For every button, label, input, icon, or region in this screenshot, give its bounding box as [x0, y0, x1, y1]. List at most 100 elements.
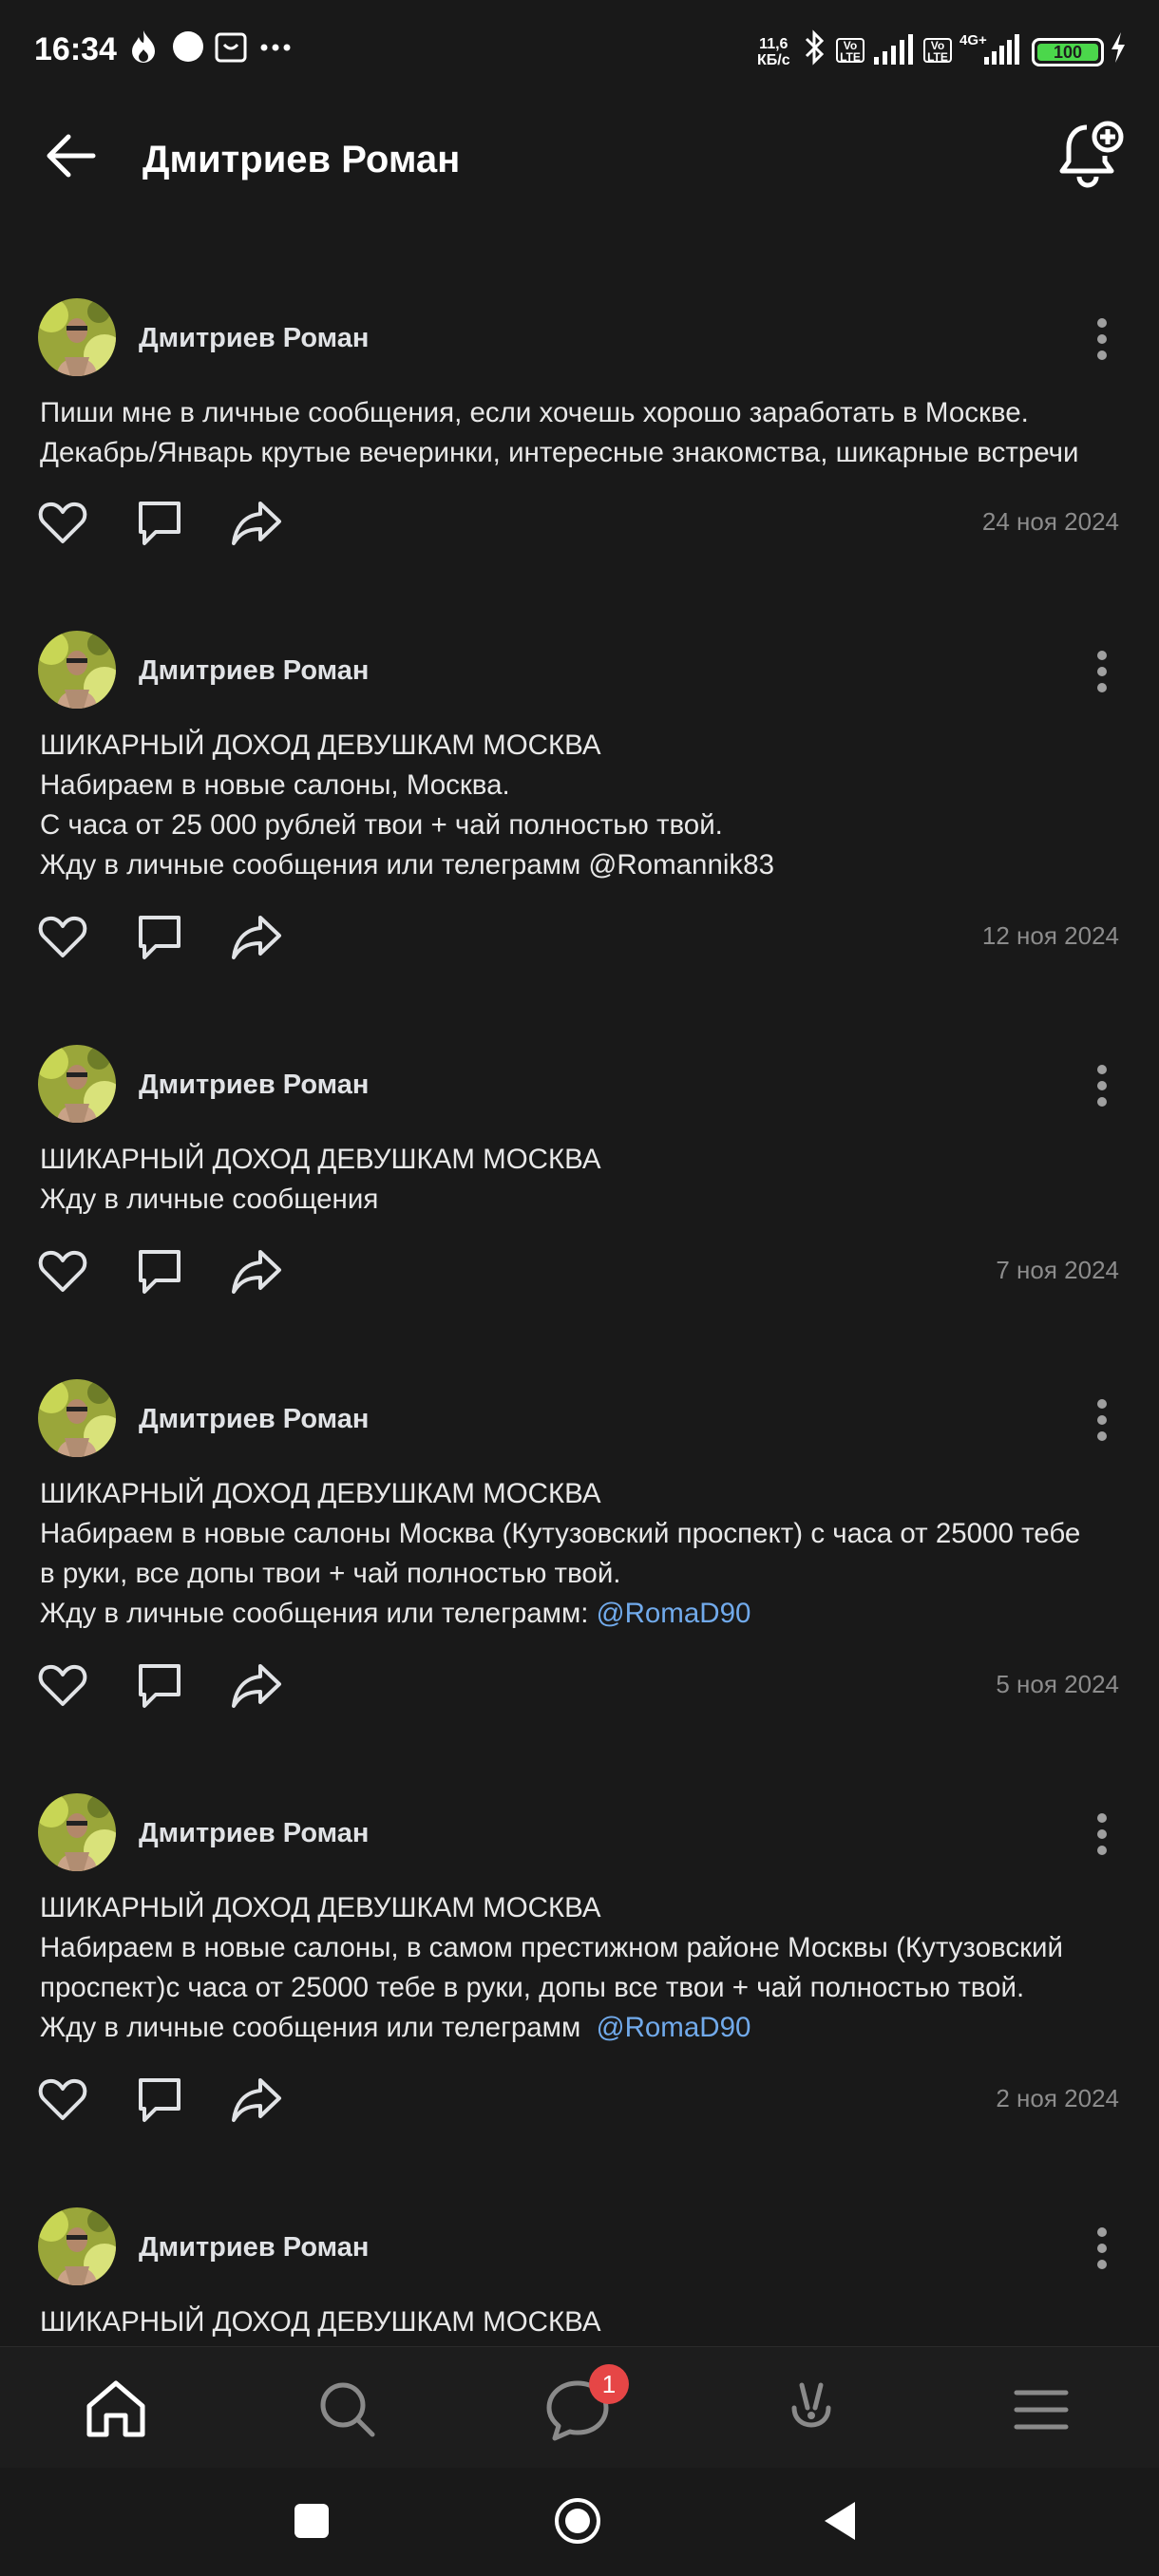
messages-badge: 1 — [589, 2364, 629, 2404]
home-circle-icon[interactable] — [553, 2496, 602, 2546]
post-text: ШИКАРНЫЙ ДОХОД ДЕВУШКАМ МОСКВА — [40, 2302, 1132, 2342]
comment-icon[interactable] — [133, 910, 186, 963]
post-actions — [36, 1658, 302, 1712]
post-text-segment: проспект)с часа от 25000 тебе в руки, до… — [40, 1972, 1025, 2003]
avatar[interactable] — [38, 1379, 116, 1457]
flame-icon — [132, 30, 155, 63]
post-author[interactable]: Дмитриев Роман — [139, 1070, 369, 1101]
post-text-segment: Жду в личные сообщения — [40, 1184, 379, 1215]
post-text-segment: ШИКАРНЫЙ ДОХОД ДЕВУШКАМ МОСКВА — [40, 2306, 601, 2338]
post-date[interactable]: 5 ноя 2024 — [996, 1670, 1119, 1699]
post-text-segment: ШИКАРНЫЙ ДОХОД ДЕВУШКАМ МОСКВА — [40, 729, 601, 761]
page-title: Дмитриев Роман — [142, 139, 461, 180]
post-text-line: ШИКАРНЫЙ ДОХОД ДЕВУШКАМ МОСКВА — [40, 2302, 1132, 2342]
post-text-line: ШИКАРНЫЙ ДОХОД ДЕВУШКАМ МОСКВА — [40, 1474, 1132, 1514]
post-text: ШИКАРНЫЙ ДОХОД ДЕВУШКАМ МОСКВА Набираем в… — [40, 726, 1132, 885]
post-date[interactable]: 12 ноя 2024 — [982, 921, 1119, 951]
battery-level: 100 — [1037, 44, 1098, 61]
share-icon[interactable] — [230, 1658, 283, 1712]
post-actions — [36, 2073, 302, 2126]
post-text-segment: Жду в личные сообщения или телеграмм: — [40, 1598, 597, 1629]
avatar[interactable] — [38, 2207, 116, 2285]
post-date[interactable]: 24 ноя 2024 — [982, 507, 1119, 537]
more-vertical-icon[interactable] — [1083, 2225, 1121, 2272]
comment-icon[interactable] — [133, 1244, 186, 1297]
post-text: Пиши мне в личные сообщения, если хочешь… — [40, 393, 1132, 473]
post-actions — [36, 910, 302, 963]
back-triangle-icon[interactable] — [819, 2498, 861, 2544]
share-icon[interactable] — [230, 1244, 283, 1297]
heart-icon[interactable] — [36, 910, 89, 963]
avatar[interactable] — [38, 1793, 116, 1871]
comment-icon[interactable] — [133, 1658, 186, 1712]
heart-icon[interactable] — [36, 496, 89, 549]
post-text-line: Жду в личные сообщения или телеграмм: @R… — [40, 1594, 1132, 1634]
comment-icon[interactable] — [133, 2073, 186, 2126]
post-text-line: Декабрь/Январь крутые вечеринки, интерес… — [40, 433, 1132, 473]
heart-icon[interactable] — [36, 2073, 89, 2126]
avatar[interactable] — [38, 631, 116, 709]
post-text-line: Набираем в новые салоны, в самом престиж… — [40, 1928, 1132, 1968]
post-text: ШИКАРНЫЙ ДОХОД ДЕВУШКАМ МОСКВА Жду в личн… — [40, 1140, 1132, 1220]
post-text-line: ШИКАРНЫЙ ДОХОД ДЕВУШКАМ МОСКВА — [40, 1888, 1132, 1928]
arrow-left-icon[interactable] — [38, 122, 106, 190]
home-icon[interactable] — [78, 2372, 154, 2448]
telegram-mention-link[interactable]: @RomaD90 — [597, 1598, 751, 1629]
post-actions — [36, 496, 302, 549]
more-vertical-icon[interactable] — [1083, 1062, 1121, 1109]
post-text-line: С часа от 25 000 рублей твои + чай полно… — [40, 805, 1132, 845]
avatar[interactable] — [38, 298, 116, 376]
share-icon[interactable] — [230, 2073, 283, 2126]
more-vertical-icon[interactable] — [1083, 648, 1121, 695]
post-text-line: ШИКАРНЫЙ ДОХОД ДЕВУШКАМ МОСКВА — [40, 1140, 1132, 1180]
post-text-line: в руки, все допы твои + чай полностью тв… — [40, 1554, 1132, 1594]
bell-plus-icon[interactable] — [1053, 116, 1129, 192]
signal-icon — [874, 34, 913, 65]
post-author[interactable]: Дмитриев Роман — [139, 655, 369, 687]
bottom-navigation: 1 — [0, 2346, 1159, 2469]
volte-badge-1: Vo LTE — [836, 38, 864, 63]
post-text-line: ШИКАРНЫЙ ДОХОД ДЕВУШКАМ МОСКВА — [40, 726, 1132, 766]
post-text-segment: Пиши мне в личные сообщения, если хочешь… — [40, 397, 1029, 428]
clips-icon[interactable] — [773, 2372, 849, 2448]
post-text-segment: ШИКАРНЫЙ ДОХОД ДЕВУШКАМ МОСКВА — [40, 1478, 601, 1509]
post-text-segment: Набираем в новые салоны, Москва. — [40, 769, 510, 801]
post-text-segment: Декабрь/Январь крутые вечеринки, интерес… — [40, 437, 1079, 468]
post-text-segment: Жду в личные сообщения или телеграмм — [40, 2012, 597, 2043]
more-vertical-icon[interactable] — [1083, 1810, 1121, 1858]
status-bar: 16:34 11,6 КБ/с Vo LTE Vo LTE 4G+ 100 — [0, 0, 1159, 103]
menu-icon[interactable] — [1003, 2372, 1079, 2448]
post-author[interactable]: Дмитриев Роман — [139, 1404, 369, 1435]
comment-icon[interactable] — [133, 496, 186, 549]
avatar[interactable] — [38, 1045, 116, 1123]
circle-icon — [173, 31, 203, 62]
heart-icon[interactable] — [36, 1658, 89, 1712]
post-text-segment: Набираем в новые салоны Москва (Кутузовс… — [40, 1518, 1081, 1549]
post-date[interactable]: 7 ноя 2024 — [996, 1256, 1119, 1285]
post-author[interactable]: Дмитриев Роман — [139, 2232, 369, 2263]
status-time: 16:34 — [34, 31, 117, 67]
post-author[interactable]: Дмитриев Роман — [139, 1818, 369, 1849]
heart-icon[interactable] — [36, 1244, 89, 1297]
network-speed: 11,6 КБ/с — [757, 36, 790, 68]
share-icon[interactable] — [230, 910, 283, 963]
post-text-segment: Набираем в новые салоны, в самом престиж… — [40, 1932, 1063, 1963]
post-author[interactable]: Дмитриев Роман — [139, 323, 369, 354]
post-date[interactable]: 2 ноя 2024 — [996, 2084, 1119, 2113]
telegram-mention-link[interactable]: @RomaD90 — [597, 2012, 751, 2043]
system-navigation — [0, 2468, 1159, 2576]
more-vertical-icon[interactable] — [1083, 1396, 1121, 1444]
post-text-segment: в руки, все допы твои + чай полностью тв… — [40, 1558, 621, 1589]
search-icon[interactable] — [310, 2372, 386, 2448]
share-icon[interactable] — [230, 496, 283, 549]
post-text-line: Набираем в новые салоны, Москва. — [40, 766, 1132, 805]
post-text-segment: С часа от 25 000 рублей твои + чай полно… — [40, 809, 723, 841]
more-vertical-icon[interactable] — [1083, 315, 1121, 363]
smile-box-icon — [215, 32, 247, 63]
recents-icon[interactable] — [291, 2500, 332, 2542]
more-dots-icon — [260, 44, 291, 51]
bluetooth-icon — [805, 29, 825, 66]
post-actions — [36, 1244, 302, 1297]
volte-badge-2: Vo LTE — [923, 38, 952, 63]
network-speed-value: 11,6 — [759, 36, 788, 52]
